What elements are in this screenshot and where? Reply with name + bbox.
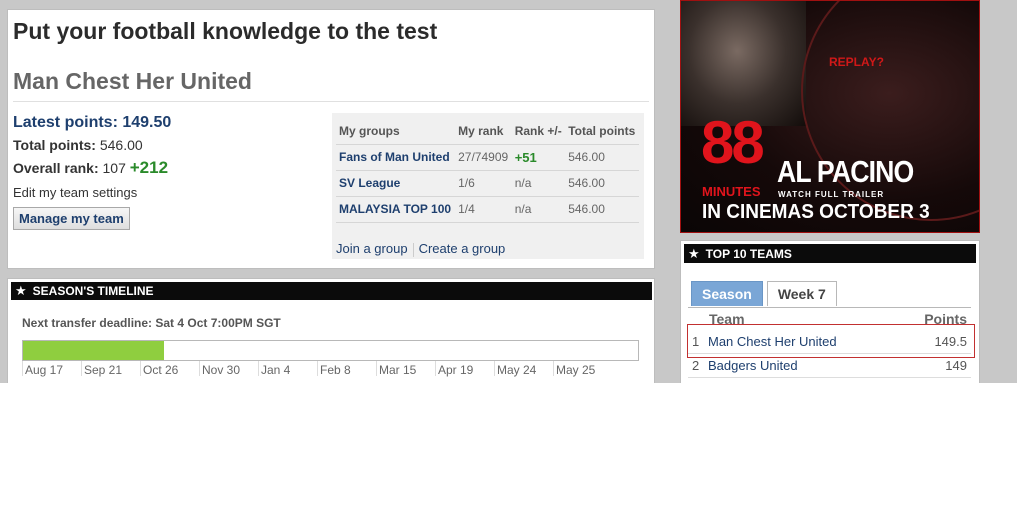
team-points: 149 <box>945 358 967 373</box>
col-rank-change: Rank +/- <box>511 119 566 145</box>
col-my-groups: My groups <box>336 119 456 145</box>
team-name: Man Chest Her United <box>13 68 252 94</box>
month-label: May 25 <box>553 361 612 377</box>
group-rank: 1/4 <box>455 196 512 223</box>
timeline-header: ★ SEASON'S TIMELINE <box>11 282 652 300</box>
page-title: Put your football knowledge to the test <box>13 18 438 44</box>
col-total-points: Total points <box>565 119 639 145</box>
create-group-link[interactable]: Create a group <box>419 241 506 256</box>
ad-replay-text[interactable]: REPLAY? <box>829 55 884 69</box>
month-label: May 24 <box>494 361 553 377</box>
overall-rank-label: Overall rank: <box>13 160 99 176</box>
timeline-months: Aug 17 Sep 21 Oct 26 Nov 30 Jan 4 Feb 8 … <box>22 361 612 377</box>
group-link[interactable]: SV League <box>336 170 456 197</box>
group-link[interactable]: MALAYSIA TOP 100 <box>336 196 456 223</box>
join-group-link[interactable]: Join a group <box>336 241 408 256</box>
month-label: Nov 30 <box>199 361 258 377</box>
latest-points-label: Latest points: <box>13 114 118 131</box>
season-timeline-panel: ★ SEASON'S TIMELINE Next transfer deadli… <box>7 278 655 383</box>
top10-title: TOP 10 TEAMS <box>705 246 792 261</box>
month-label: Oct 26 <box>140 361 199 377</box>
top10-header: ★ TOP 10 TEAMS <box>684 244 976 263</box>
edit-team-settings-link[interactable]: Edit my team settings <box>13 185 171 200</box>
table-row: MALAYSIA TOP 100 1/4 n/a 546.00 <box>336 196 639 223</box>
table-row: Fans of Man United 27/74909 +51 546.00 <box>336 144 639 171</box>
star-icon: ★ <box>688 245 700 261</box>
total-points: Total points: 546.00 <box>13 137 171 153</box>
overall-rank: Overall rank: 107 +212 <box>13 158 171 178</box>
table-row: SV League 1/6 n/a 546.00 <box>336 170 639 197</box>
timeline-title: SEASON'S TIMELINE <box>32 284 154 298</box>
ad-minutes: MINUTES <box>702 184 761 199</box>
divider <box>13 101 649 102</box>
month-label: Apr 19 <box>435 361 494 377</box>
link-separator <box>412 242 414 257</box>
month-label: Jan 4 <box>258 361 317 377</box>
ad-actor-name: AL PACINO <box>777 154 914 189</box>
transfer-deadline: Next transfer deadline: Sat 4 Oct 7:00PM… <box>22 316 281 330</box>
ad-number: 88 <box>701 109 765 176</box>
groups-header-row: My groups My rank Rank +/- Total points <box>336 119 639 145</box>
group-rank-change: n/a <box>511 170 566 197</box>
timeline-progress-fill <box>23 341 165 360</box>
tab-week-7[interactable]: Week 7 <box>766 281 837 306</box>
month-label: Sep 21 <box>81 361 140 377</box>
group-points: 546.00 <box>565 196 639 223</box>
col-my-rank: My rank <box>455 119 512 145</box>
group-points: 546.00 <box>565 144 639 171</box>
latest-points: Latest points: 149.50 <box>13 114 171 132</box>
groups-table: My groups My rank Rank +/- Total points … <box>336 119 639 223</box>
month-label: Aug 17 <box>22 361 81 377</box>
group-rank: 27/74909 <box>455 144 512 171</box>
group-actions: Join a group Create a group <box>336 241 505 257</box>
page-background: Put your football knowledge to the test … <box>0 0 1017 383</box>
star-icon: ★ <box>15 283 27 298</box>
team-link[interactable]: Badgers United <box>708 358 945 373</box>
latest-points-value: 149.50 <box>122 114 172 131</box>
total-points-label: Total points: <box>13 137 96 153</box>
ad-release-text: IN CINEMAS OCTOBER 3 <box>702 201 930 223</box>
group-points: 546.00 <box>565 170 639 197</box>
manage-team-button[interactable]: Manage my team <box>13 207 130 230</box>
group-link[interactable]: Fans of Man United <box>336 144 456 171</box>
total-points-value: 546.00 <box>99 137 143 153</box>
team-summary-panel: Put your football knowledge to the test … <box>7 9 655 269</box>
my-groups-box: My groups My rank Rank +/- Total points … <box>332 113 644 259</box>
top-ten-teams-panel: ★ TOP 10 TEAMS Season Week 7 Team Points… <box>680 240 980 383</box>
month-label: Mar 15 <box>376 361 435 377</box>
team-stats: Latest points: 149.50 Total points: 546.… <box>13 114 171 230</box>
timeline-progress-bar <box>22 340 639 361</box>
top10-tabs: Season Week 7 <box>691 281 841 306</box>
ad-trailer-link[interactable]: WATCH FULL TRAILER <box>778 190 884 199</box>
current-team-highlight <box>687 324 975 358</box>
team-rank: 2 <box>692 358 700 373</box>
overall-rank-value: 107 <box>102 160 126 176</box>
month-label: Feb 8 <box>317 361 376 377</box>
actor-portrait <box>681 1 806 126</box>
group-rank-change: +51 <box>511 144 566 171</box>
overall-rank-change: +212 <box>129 158 169 177</box>
group-rank-change: n/a <box>511 196 566 223</box>
movie-advertisement[interactable]: REPLAY? 88 MINUTES AL PACINO WATCH FULL … <box>680 0 980 233</box>
group-rank: 1/6 <box>455 170 512 197</box>
tab-season[interactable]: Season <box>691 281 763 306</box>
